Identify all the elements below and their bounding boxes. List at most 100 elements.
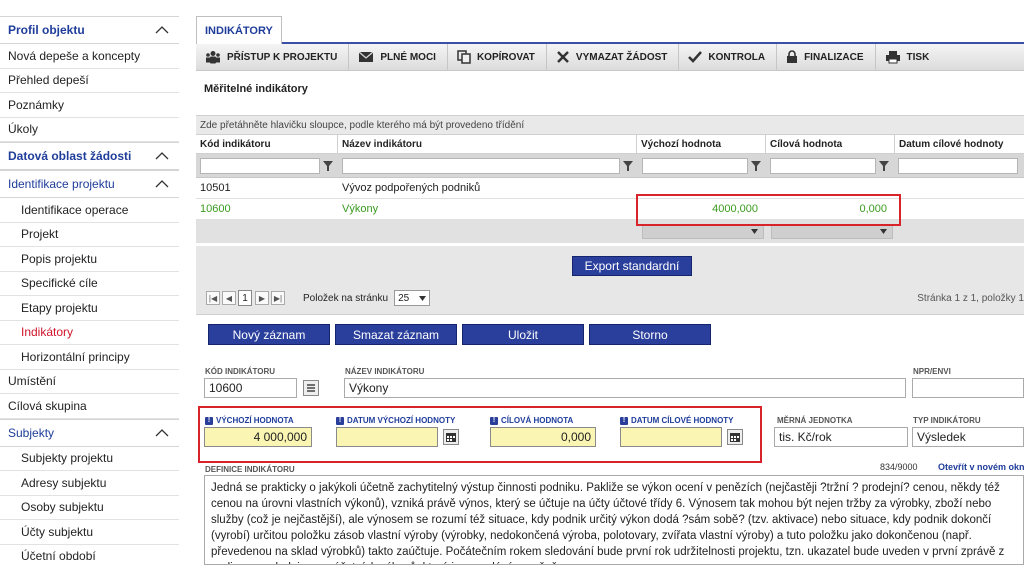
nazev-input[interactable]: Výkony (344, 378, 906, 398)
definice-textarea[interactable]: Jedná se prakticky o jakýkoli účetně zac… (204, 475, 1024, 565)
sidebar-item-adresy-subjektu[interactable]: Adresy subjektu (0, 471, 179, 496)
typ-indikatoru-input[interactable]: Výsledek (912, 427, 1024, 447)
nazev-label: NÁZEV INDIKÁTORU (345, 367, 425, 376)
dropdown-arrow-icon (419, 295, 427, 301)
tisk-button[interactable]: TISK (876, 44, 941, 71)
chevron-up-icon (155, 26, 169, 34)
grid-drag-hint: Zde přetáhněte hlavičku sloupce, podle k… (196, 115, 1024, 134)
pristup-k-projektu-button[interactable]: PŘÍSTUP K PROJEKTU (196, 43, 350, 71)
check-icon (688, 51, 703, 63)
sidebar-item-prehled-depesi[interactable]: Přehled depeší (0, 69, 179, 93)
highlight-form-values (198, 406, 762, 463)
kopirovat-button[interactable]: KOPÍROVAT (448, 43, 547, 71)
finalizace-button[interactable]: FINALIZACE (777, 43, 876, 71)
last-page-icon[interactable]: ▶| (271, 291, 285, 305)
filter-datum-input[interactable] (898, 157, 1018, 174)
plne-moci-button[interactable]: PLNÉ MOCI (349, 43, 448, 71)
col-header-cilova[interactable]: Cílová hodnota (766, 135, 895, 153)
sidebar-item-umisteni[interactable]: Umístění (0, 370, 179, 394)
aggregate-select-cilova[interactable] (771, 224, 893, 239)
ulozit-button[interactable]: Uložit (462, 324, 584, 345)
filter-kod-input[interactable] (200, 157, 320, 174)
sidebar-item-ukoly[interactable]: Úkoly (0, 118, 179, 142)
sidebar-section-datova-oblast[interactable]: Datová oblast žádosti (0, 142, 179, 170)
sidebar-item-poznamky[interactable]: Poznámky (0, 93, 179, 118)
col-header-nazev[interactable]: Název indikátoru (338, 135, 637, 153)
main-panel: INDIKÁTORY PŘÍSTUP K PROJEKTU PLNÉ MOCI … (196, 16, 1024, 565)
storno-button[interactable]: Storno (589, 324, 711, 345)
sidebar-item-ucty-subjektu[interactable]: Účty subjektu (0, 520, 179, 545)
sidebar-section-title: Identifikace projektu (8, 177, 115, 191)
highlight-grid-values (636, 194, 901, 226)
chevron-up-icon (155, 152, 169, 160)
toolbar: PŘÍSTUP K PROJEKTU PLNÉ MOCI KOPÍROVAT V… (196, 43, 1024, 71)
col-header-kod[interactable]: Kód indikátoru (196, 135, 338, 153)
export-standardni-button[interactable]: Export standardní (572, 256, 692, 276)
x-icon (557, 51, 569, 63)
chevron-up-icon (155, 428, 169, 436)
envelope-icon (359, 51, 374, 62)
novy-zaznam-button[interactable]: Nový záznam (208, 324, 330, 345)
sidebar-item-specificke-cile[interactable]: Specifické cíle (0, 272, 179, 296)
next-page-icon[interactable]: ▶ (255, 291, 269, 305)
filter-icon[interactable] (750, 160, 762, 172)
sidebar-item-cilova-skupina[interactable]: Cílová skupina (0, 394, 179, 419)
smazat-zaznam-button[interactable]: Smazat záznam (335, 324, 457, 345)
npr-envi-input[interactable] (912, 378, 1024, 398)
pager: |◀ ◀ 1 ▶ ▶| Položek na stránku 25 Stránk… (196, 282, 1024, 315)
prev-page-icon[interactable]: ◀ (222, 291, 236, 305)
cell-nazev: Výkony (342, 203, 379, 215)
sidebar-item-etapy-projektu[interactable]: Etapy projektu (0, 296, 179, 321)
sidebar-item-projekt[interactable]: Projekt (0, 223, 179, 247)
toolbar-label: KOPÍROVAT (476, 51, 535, 63)
action-bar: Nový záznam Smazat záznam Uložit Storno (196, 324, 1024, 348)
sidebar-section-profil[interactable]: Profil objektu (0, 16, 179, 44)
filter-icon[interactable] (322, 160, 334, 172)
typ-indikatoru-label: TYP INDIKÁTORU (913, 416, 981, 425)
grid-filter-row (196, 154, 1024, 178)
sidebar-item-identifikace-operace[interactable]: Identifikace operace (0, 198, 179, 223)
merna-jednotka-input[interactable]: tis. Kč/rok (774, 427, 908, 447)
toolbar-label: TISK (906, 51, 930, 63)
toolbar-label: PLNÉ MOCI (380, 51, 436, 63)
cell-nazev: Vývoz podpořených podniků (342, 182, 481, 194)
kontrola-button[interactable]: KONTROLA (679, 43, 778, 71)
sidebar-item-osoby-subjektu[interactable]: Osoby subjektu (0, 496, 179, 520)
filter-nazev-input[interactable] (342, 157, 620, 174)
filter-icon[interactable] (878, 160, 890, 172)
sidebar-section-subjekty[interactable]: Subjekty (0, 418, 179, 447)
dropdown-arrow-icon (751, 229, 758, 234)
definice-label: DEFINICE INDIKÁTORU (205, 465, 295, 474)
open-new-window-link[interactable]: Otevřít v novém okně (938, 462, 1024, 472)
per-page-select[interactable]: 25 (394, 290, 431, 306)
kod-input[interactable]: 10600 (204, 378, 297, 398)
col-header-vychozi[interactable]: Výchozí hodnota (637, 135, 766, 153)
pager-info: Stránka 1 z 1, položky 1 (917, 292, 1024, 304)
vymazat-zadost-button[interactable]: VYMAZAT ŽÁDOST (547, 43, 680, 71)
filter-icon[interactable] (622, 160, 634, 172)
sidebar-item-horizontalni-principy[interactable]: Horizontální principy (0, 345, 179, 370)
toolbar-label: KONTROLA (708, 51, 766, 63)
first-page-icon[interactable]: |◀ (206, 291, 220, 305)
sidebar-item-ucetni-obdobi[interactable]: Účetní období (0, 545, 179, 567)
aggregate-select-vychozi[interactable] (642, 224, 764, 239)
chevron-up-icon (155, 180, 169, 188)
npr-envi-label: NPR/ENVI (913, 367, 951, 376)
per-page-label: Položek na stránku (303, 292, 389, 304)
sidebar-section-identifikace[interactable]: Identifikace projektu (0, 170, 179, 198)
filter-cilova-input[interactable] (770, 157, 876, 174)
sidebar-section-title: Datová oblast žádosti (8, 149, 132, 163)
printer-icon (885, 51, 900, 64)
sidebar: Profil objektu Nová depeše a koncepty Př… (0, 16, 179, 567)
cell-kod: 10600 (200, 203, 231, 215)
page-number[interactable]: 1 (238, 290, 252, 306)
tab-indikatory[interactable]: INDIKÁTORY (196, 16, 282, 44)
filter-vychozi-input[interactable] (642, 157, 748, 174)
sidebar-item-subjekty-projektu[interactable]: Subjekty projektu (0, 447, 179, 471)
list-icon[interactable] (303, 380, 319, 396)
col-header-datum-cilove[interactable]: Datum cílové hodnoty (895, 135, 1024, 153)
sidebar-item-popis-projektu[interactable]: Popis projektu (0, 247, 179, 272)
sidebar-item-nova-depese[interactable]: Nová depeše a koncepty (0, 44, 179, 69)
toolbar-label: PŘÍSTUP K PROJEKTU (227, 51, 338, 63)
sidebar-item-indikatory[interactable]: Indikátory (0, 321, 179, 345)
